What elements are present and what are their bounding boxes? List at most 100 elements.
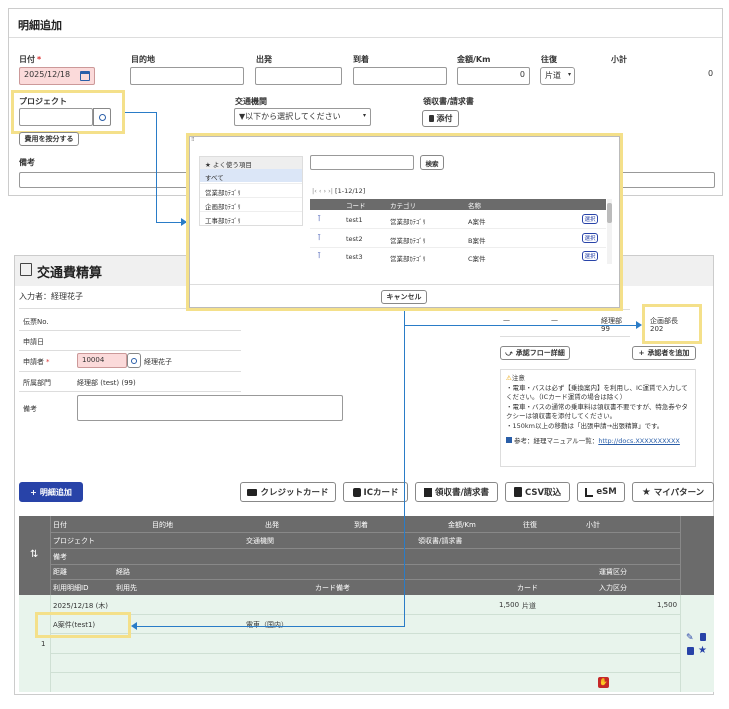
- cancel-button[interactable]: キャンセル: [381, 290, 427, 304]
- file-icon: [513, 487, 522, 497]
- notice-line: ・150km以上の移動は「出張申請→出張精算」です。: [506, 421, 664, 430]
- pin-icon[interactable]: ⊺: [317, 214, 321, 223]
- approval-dept-code: 99: [601, 325, 610, 333]
- header-row-line: [51, 579, 680, 580]
- col-card: カード: [517, 584, 538, 592]
- arrow-head-icon: [131, 622, 137, 630]
- caret-down-icon: ▾: [567, 71, 571, 78]
- row-category: 営業部ｶﾃｺﾞﾘ: [390, 255, 426, 263]
- connector-line: [156, 112, 157, 222]
- row-category: 営業部ｶﾃｺﾞﾘ: [390, 218, 426, 226]
- connector-line: [404, 307, 405, 627]
- date-label: 日付 *: [19, 55, 42, 64]
- stamp-icon[interactable]: ✋: [598, 677, 609, 688]
- category-item[interactable]: 営業部ｶﾃｺﾞﾘ: [200, 183, 302, 197]
- row-divider: [50, 595, 51, 692]
- col-purpose: 目的地: [152, 521, 173, 529]
- dialog-drag-handle[interactable]: ⠿: [191, 137, 195, 143]
- dialog-footer-line: [190, 284, 619, 285]
- date-input[interactable]: 2025/12/18: [19, 67, 95, 85]
- amount-input[interactable]: 0: [457, 67, 530, 85]
- header-row-line: [51, 548, 680, 549]
- row-subtotal: 1,500: [657, 601, 678, 609]
- project-search-button[interactable]: [93, 108, 111, 126]
- col-subtotal: 小計: [586, 521, 600, 529]
- project-input[interactable]: [19, 108, 93, 126]
- table-row[interactable]: [19, 595, 714, 692]
- pin-icon[interactable]: ⊺: [317, 233, 321, 242]
- sort-icon[interactable]: ⇅: [30, 549, 38, 560]
- row-line: [51, 672, 680, 673]
- roundtrip-select[interactable]: 片道 ▾: [540, 67, 575, 85]
- row-code: test3: [346, 253, 363, 261]
- approval-manager-code: 202: [650, 325, 664, 333]
- category-item-all[interactable]: すべて: [200, 169, 302, 182]
- col-card-remarks: カード備考: [315, 584, 350, 592]
- slip-no-label: 伝票No.: [23, 318, 49, 326]
- approval-flow-detail-button[interactable]: ⤻ 承認フロー詳細: [500, 346, 570, 360]
- star-icon: ★: [205, 161, 213, 169]
- col-fare-type: 運賃区分: [599, 568, 627, 576]
- departure-input[interactable]: [255, 67, 342, 85]
- file-icon: [428, 115, 434, 122]
- transport-label: 交通機関: [235, 97, 267, 106]
- connector-line: [404, 325, 640, 326]
- pager-controls[interactable]: |‹ ‹ › ›|: [312, 187, 335, 195]
- category-item-favorites[interactable]: ★ よく使う項目: [200, 157, 302, 169]
- csv-import-button[interactable]: CSV取込: [505, 482, 570, 502]
- esm-button[interactable]: eSM: [577, 482, 625, 502]
- pin-icon[interactable]: ⊺: [317, 251, 321, 260]
- edit-icon[interactable]: ✎: [686, 633, 694, 643]
- receipt-button[interactable]: 領収書/請求書: [415, 482, 498, 502]
- copy-icon[interactable]: [687, 647, 694, 655]
- purpose-input[interactable]: [130, 67, 244, 85]
- attach-button[interactable]: 添付: [422, 110, 459, 127]
- col-category: カテゴリ: [390, 202, 416, 210]
- picker-search-input[interactable]: [310, 155, 414, 170]
- applicant-search-button[interactable]: [127, 353, 141, 368]
- picker-scrollbar-thumb[interactable]: [607, 203, 612, 223]
- add-approver-button[interactable]: + 承認者を追加: [632, 346, 696, 360]
- caret-down-icon: ▾: [362, 112, 366, 119]
- row-project: A案件(test1): [53, 621, 96, 629]
- my-pattern-button[interactable]: ★ マイパターン: [632, 482, 714, 502]
- row-code: test2: [346, 235, 363, 243]
- credit-card-button[interactable]: クレジットカード: [240, 482, 336, 502]
- arrival-label: 到着: [353, 55, 369, 64]
- row-name: B案件: [468, 237, 486, 245]
- applicant-code-input[interactable]: 10004: [77, 353, 127, 368]
- delete-icon[interactable]: [700, 633, 706, 641]
- select-button[interactable]: 選択: [582, 214, 598, 224]
- applicant-name: 経理花子: [144, 358, 172, 366]
- transport-select[interactable]: ▼以下から選択してください ▾: [234, 108, 371, 126]
- select-button[interactable]: 選択: [582, 233, 598, 243]
- col-name: 名称: [468, 202, 481, 210]
- arrival-input[interactable]: [353, 67, 447, 85]
- picker-search-button[interactable]: 検索: [420, 155, 444, 170]
- favorite-star-icon[interactable]: ★: [698, 645, 707, 656]
- arrow-head-icon: [636, 321, 642, 329]
- search-icon: [131, 357, 137, 364]
- calendar-icon[interactable]: [80, 71, 90, 81]
- category-item[interactable]: 企画部ｶﾃｺﾞﾘ: [200, 197, 302, 211]
- entered-by: 入力者：経理花子: [19, 292, 83, 301]
- copy-distribute-button[interactable]: 費用を按分する: [19, 132, 79, 146]
- col-project: プロジェクト: [53, 537, 95, 545]
- col-receipt: 領収書/請求書: [418, 537, 463, 545]
- select-button[interactable]: 選択: [582, 251, 598, 261]
- expense-remarks-textarea[interactable]: [77, 395, 343, 421]
- notice-box: ⚠注意 ・電車・バスは必ず【乗換案内】を利用し、IC運賃で入力して ください。（…: [500, 369, 696, 467]
- row-amount: 1,500: [499, 601, 520, 609]
- pager: |‹ ‹ › ›| [1-12/12]: [312, 187, 366, 195]
- row-line: [51, 614, 680, 615]
- detail-add-title: 明細追加: [18, 19, 62, 32]
- ic-card-button[interactable]: ICカード: [343, 482, 408, 502]
- info-row-line: [19, 350, 241, 351]
- manual-link[interactable]: http://docs.XXXXXXXXXX: [598, 437, 680, 445]
- row-line: [51, 653, 680, 654]
- plus-icon: +: [638, 349, 645, 357]
- list-icon: [423, 487, 432, 497]
- add-detail-button[interactable]: + 明細追加: [19, 482, 83, 502]
- category-item[interactable]: 工事部ｶﾃｺﾞﾘ: [200, 211, 302, 225]
- col-arrival: 到着: [354, 521, 368, 529]
